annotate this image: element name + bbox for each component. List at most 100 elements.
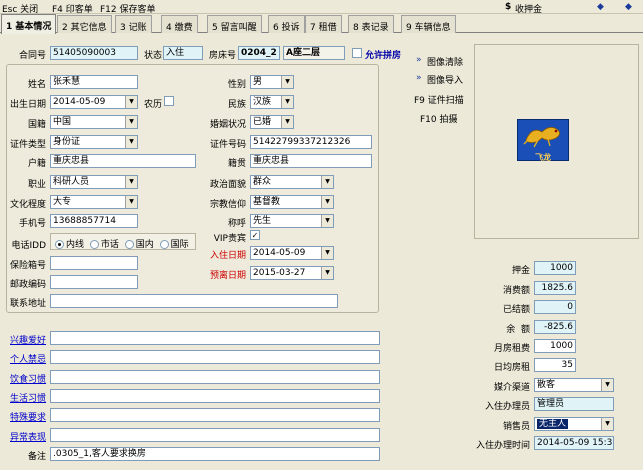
- checkin-date-picker[interactable]: 2014-05-09 ▼: [250, 246, 334, 260]
- relig-label: 宗教信仰: [209, 200, 246, 210]
- jiguan-field[interactable]: 重庆忠县: [250, 154, 372, 168]
- idd-domestic-option[interactable]: 国内: [124, 240, 154, 250]
- note-field[interactable]: .0305_1,客人要求换房: [50, 447, 380, 461]
- abnormal-field[interactable]: [50, 428, 380, 442]
- lunar-checkbox[interactable]: [164, 96, 174, 106]
- tab-basic[interactable]: 1 基本情况: [1, 14, 57, 34]
- tab-vehicle[interactable]: 9 车辆信息: [401, 15, 456, 33]
- consume-field[interactable]: 1825.6: [534, 281, 576, 295]
- zip-label: 邮政编码: [9, 280, 46, 290]
- hobby-field[interactable]: [50, 331, 380, 345]
- nation-select[interactable]: 汉族 ▼: [250, 95, 294, 109]
- checkin-label: 入住日期: [209, 251, 246, 261]
- agent-field[interactable]: 管理员: [534, 397, 614, 411]
- job-label: 职业: [27, 180, 46, 190]
- country-label: 国籍: [27, 120, 46, 130]
- chevron-down-icon: ▼: [321, 176, 333, 188]
- settled-label: 已结额: [502, 305, 530, 315]
- lunar-label: 农历: [144, 100, 163, 110]
- state-field[interactable]: 入住: [163, 46, 203, 60]
- tab-complaint[interactable]: 6 投诉: [268, 15, 305, 33]
- consume-label: 消费额: [502, 286, 530, 296]
- contract-field[interactable]: 51405090003: [50, 46, 138, 60]
- monthly-rent-field[interactable]: 1000: [534, 339, 576, 353]
- country-select[interactable]: 中国 ▼: [50, 115, 138, 129]
- sex-select[interactable]: 男 ▼: [250, 75, 294, 89]
- tab-message[interactable]: 5 留言叫醒: [207, 15, 262, 33]
- daily-rent-field[interactable]: 35: [534, 358, 576, 372]
- dollar-icon: $: [505, 2, 512, 12]
- room-label: 房床号: [209, 51, 237, 61]
- image-clear-button[interactable]: 图像清除: [427, 55, 463, 68]
- chevron-down-icon: ▼: [601, 418, 613, 430]
- idtype-select[interactable]: 身份证 ▼: [50, 135, 138, 149]
- room-field[interactable]: 0204_2: [238, 46, 280, 60]
- tab-other[interactable]: 2 其它信息: [57, 15, 112, 33]
- idd-inline-option[interactable]: 内线: [55, 240, 84, 250]
- sex-label: 性别: [227, 80, 246, 90]
- double-chevron-icon: »: [416, 73, 422, 83]
- nation-value: 汉族: [253, 97, 272, 107]
- link-diet[interactable]: 饮食习惯: [10, 372, 46, 385]
- balance-field[interactable]: -825.6: [534, 320, 576, 334]
- link-hobby[interactable]: 兴趣爱好: [10, 333, 46, 346]
- idno-field[interactable]: 51422799337212326: [250, 135, 372, 149]
- birth-date-picker[interactable]: 2014-05-09 ▼: [50, 95, 138, 109]
- vip-label: VIP贵宾: [213, 234, 246, 244]
- id-scan-button[interactable]: F9 证件扫描: [414, 93, 464, 106]
- tab-records[interactable]: 8 表记录: [348, 15, 394, 33]
- title-label: 称呼: [227, 219, 246, 229]
- huji-field[interactable]: 重庆忠县: [50, 154, 196, 168]
- next-arrow-icon[interactable]: ◆: [625, 2, 632, 12]
- marry-value: 已婚: [253, 117, 272, 127]
- insure-field[interactable]: [50, 256, 138, 270]
- address-field[interactable]: [50, 294, 338, 308]
- seller-select[interactable]: 无主人 ▼: [534, 417, 614, 431]
- deposit-field[interactable]: 1000: [534, 261, 576, 275]
- diet-field[interactable]: [50, 370, 380, 384]
- mobile-field[interactable]: 13688857714: [50, 214, 138, 228]
- tab-rent[interactable]: 7 租借: [305, 15, 342, 33]
- seller-label: 销售员: [502, 422, 530, 432]
- vip-checkbox[interactable]: ✓: [250, 230, 260, 240]
- chevron-down-icon: ▼: [601, 379, 613, 391]
- photo-button[interactable]: F10 拍摄: [420, 112, 458, 125]
- link-taboo[interactable]: 个人禁忌: [10, 352, 46, 365]
- channel-select[interactable]: 散客 ▼: [534, 378, 614, 392]
- name-field[interactable]: 张禾慧: [50, 75, 138, 89]
- state-label: 状态: [144, 51, 163, 61]
- channel-label: 媒介渠道: [493, 383, 530, 393]
- chevron-down-icon: ▼: [281, 96, 293, 108]
- edu-select[interactable]: 大专 ▼: [50, 195, 138, 209]
- allow-share-checkbox[interactable]: [352, 48, 362, 58]
- insure-label: 保险箱号: [9, 261, 46, 271]
- idd-local-option[interactable]: 市话: [89, 240, 119, 250]
- top-toolbar: Esc 关闭 F4 印客单 F12 保存客单 $ 收押金 ◆ ◆: [0, 0, 643, 15]
- checkin-value: 2014-05-09: [253, 248, 306, 258]
- special-field[interactable]: [50, 408, 380, 422]
- zip-field[interactable]: [50, 275, 138, 289]
- contract-label: 合同号: [18, 51, 46, 61]
- relig-select[interactable]: 基督教 ▼: [250, 195, 334, 209]
- relig-value: 基督教: [253, 197, 281, 207]
- idd-inline-label: 内线: [66, 240, 85, 250]
- link-living[interactable]: 生活习惯: [10, 391, 46, 404]
- image-import-button[interactable]: 图像导入: [427, 73, 463, 86]
- link-abnormal[interactable]: 异常表现: [10, 430, 46, 443]
- prev-arrow-icon[interactable]: ◆: [597, 2, 604, 12]
- settled-field[interactable]: 0: [534, 300, 576, 314]
- tab-account[interactable]: 3 记账: [115, 15, 152, 33]
- title-select[interactable]: 先生 ▼: [250, 214, 334, 228]
- tab-payment[interactable]: 4 缴费: [161, 15, 198, 33]
- marry-select[interactable]: 已婚 ▼: [250, 115, 294, 129]
- idd-international-option[interactable]: 国际: [159, 240, 189, 250]
- job-select[interactable]: 科研人员 ▼: [50, 175, 138, 189]
- leave-date-picker[interactable]: 2015-03-27 ▼: [250, 266, 334, 280]
- sex-value: 男: [253, 77, 263, 87]
- politic-select[interactable]: 群众 ▼: [250, 175, 334, 189]
- link-special[interactable]: 特殊要求: [10, 410, 46, 423]
- checkin-time-field[interactable]: 2014-05-09 15:36: [534, 436, 614, 450]
- taboo-field[interactable]: [50, 350, 380, 364]
- living-field[interactable]: [50, 389, 380, 403]
- idtype-label: 证件类型: [9, 140, 46, 150]
